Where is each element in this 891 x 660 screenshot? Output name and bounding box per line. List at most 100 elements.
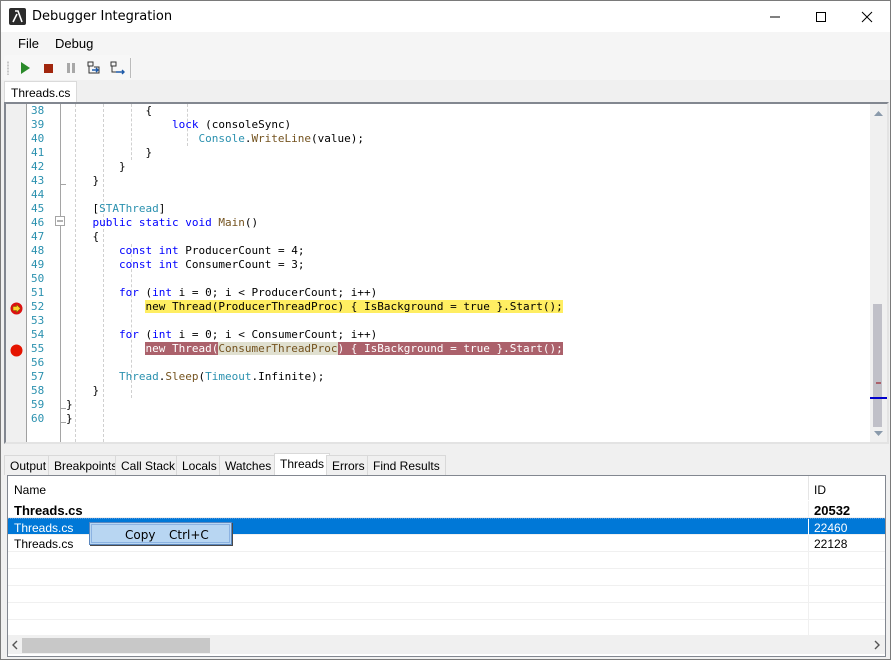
code-line[interactable]: {	[66, 230, 866, 244]
editor-vertical-scrollbar[interactable]	[870, 104, 887, 442]
code-line[interactable]: new Thread(ProducerThreadProc) { IsBackg…	[66, 300, 866, 314]
code-line[interactable]: const int ProducerCount = 4;	[66, 244, 866, 258]
fold-collapse-icon[interactable]	[55, 216, 66, 227]
line-number: 59	[31, 398, 45, 411]
stop-button[interactable]	[37, 57, 59, 79]
code-line[interactable]: }	[66, 398, 866, 412]
code-line[interactable]: }	[66, 384, 866, 398]
window-title: Debugger Integration	[32, 9, 173, 24]
line-number: 41	[31, 146, 45, 159]
scroll-right-icon[interactable]	[874, 640, 880, 650]
minimize-button[interactable]	[752, 1, 798, 32]
cell-separator	[808, 620, 809, 637]
thread-row[interactable]: Threads.cs 20532	[8, 501, 885, 518]
tab-find-results[interactable]: Find Results	[367, 455, 446, 475]
code-line[interactable]: public static void Main()	[66, 216, 866, 230]
code-line[interactable]: }	[66, 160, 866, 174]
current-statement-breakpoint-icon	[10, 302, 23, 315]
step-into-icon	[87, 61, 100, 74]
toolbar-separator	[130, 58, 131, 78]
code-line[interactable]: for (int i = 0; i < ConsumerCount; i++)	[66, 328, 866, 342]
code-line[interactable]: lock (consoleSync)	[66, 118, 866, 132]
menu-debug[interactable]: Debug	[55, 36, 93, 51]
line-number: 39	[31, 118, 45, 131]
code-line[interactable]	[66, 272, 866, 286]
play-icon	[21, 62, 30, 74]
maximize-icon	[816, 12, 826, 22]
breakpoint-icon	[10, 344, 23, 357]
step-over-button[interactable]	[106, 57, 128, 79]
menu-file[interactable]: File	[18, 36, 39, 51]
tab-call-stack[interactable]: Call Stack	[115, 455, 182, 475]
tab-threads[interactable]: Threads	[274, 453, 331, 475]
selected-text: ConsumerThreadProc	[218, 342, 338, 355]
list-horizontal-scrollbar[interactable]	[8, 636, 885, 654]
pause-button[interactable]	[60, 57, 82, 79]
tab-breakpoints[interactable]: Breakpoints	[48, 455, 124, 475]
code-editor[interactable]: 38 39 40 41 42 43 44 45 46 47 48 49 50 51 52 53 54 55 56 57…	[4, 102, 889, 444]
code-line[interactable]	[66, 314, 866, 328]
line-number: 40	[31, 132, 45, 145]
empty-row	[8, 620, 885, 637]
scroll-left-icon[interactable]	[12, 640, 18, 650]
current-statement-highlight: new Thread(ProducerThreadProc) { IsBackg…	[145, 300, 563, 313]
breakpoint-marker	[876, 382, 881, 384]
continue-button[interactable]	[14, 57, 36, 79]
code-line[interactable]: }	[66, 146, 866, 160]
maximize-button[interactable]	[798, 1, 844, 32]
column-header-id[interactable]: ID	[814, 483, 826, 497]
tab-threads-cs[interactable]: Threads.cs	[4, 81, 78, 102]
context-menu-item-copy[interactable]: Copy Ctrl+C	[91, 524, 230, 543]
scroll-thumb[interactable]	[22, 638, 210, 653]
line-number: 44	[31, 188, 45, 201]
thread-name: Threads.cs	[14, 537, 74, 551]
line-number: 38	[31, 104, 45, 117]
cell-separator	[808, 519, 809, 536]
code-line[interactable]: Console.WriteLine(value);	[66, 132, 866, 146]
code-line[interactable]: }	[66, 174, 866, 188]
minimize-icon	[770, 16, 780, 18]
toolbar-grip[interactable]	[7, 61, 9, 75]
code-lines[interactable]: { lock (consoleSync) Console.WriteLine(v…	[66, 104, 866, 426]
thread-id: 22460	[814, 521, 848, 535]
code-line[interactable]: for (int i = 0; i < ProducerCount; i++)	[66, 286, 866, 300]
close-button[interactable]	[844, 1, 890, 32]
line-number: 55	[31, 342, 45, 355]
line-number: 50	[31, 272, 45, 285]
list-header: Name ID	[8, 476, 885, 500]
tab-watches[interactable]: Watches	[219, 455, 278, 475]
column-header-name[interactable]: Name	[14, 483, 46, 497]
tab-locals[interactable]: Locals	[176, 455, 223, 475]
empty-row	[8, 552, 885, 569]
breakpoint-margin[interactable]	[6, 104, 27, 442]
line-numbers: 38 39 40 41 42 43 44 45 46 47 48 49 50 51 52 53 54 55 56 57…	[28, 104, 60, 426]
code-line[interactable]: {	[66, 104, 866, 118]
document-tabs: Threads.cs	[1, 80, 890, 102]
code-line[interactable]	[66, 356, 866, 370]
title-bar: Debugger Integration	[1, 1, 890, 32]
fold-line	[60, 104, 61, 442]
code-line[interactable]: }	[66, 412, 866, 426]
code-line[interactable]: Thread.Sleep(Timeout.Infinite);	[66, 370, 866, 384]
code-line[interactable]	[66, 188, 866, 202]
threads-list[interactable]: Name ID Threads.cs 20532 Threads.cs 2246…	[7, 475, 886, 657]
step-into-button[interactable]	[83, 57, 105, 79]
line-number: 53	[31, 314, 45, 327]
line-number: 48	[31, 244, 45, 257]
scroll-up-icon[interactable]	[873, 109, 884, 117]
column-separator[interactable]	[808, 476, 809, 500]
tab-errors[interactable]: Errors	[326, 455, 371, 475]
cell-separator	[808, 569, 809, 586]
line-number: 51	[31, 286, 45, 299]
tab-output[interactable]: Output	[4, 455, 53, 475]
scroll-thumb[interactable]	[873, 304, 882, 427]
line-number: 49	[31, 258, 45, 271]
code-line[interactable]: const int ConsumerCount = 3;	[66, 258, 866, 272]
step-over-icon	[110, 61, 125, 75]
thread-name: Threads.cs	[14, 521, 74, 535]
copy-shortcut: Ctrl+C	[169, 528, 209, 542]
code-line[interactable]: new Thread(ConsumerThreadProc) { IsBackg…	[66, 342, 866, 356]
code-line[interactable]: [STAThread]	[66, 202, 866, 216]
scroll-down-icon[interactable]	[873, 430, 884, 438]
app-logo-icon	[9, 8, 26, 25]
